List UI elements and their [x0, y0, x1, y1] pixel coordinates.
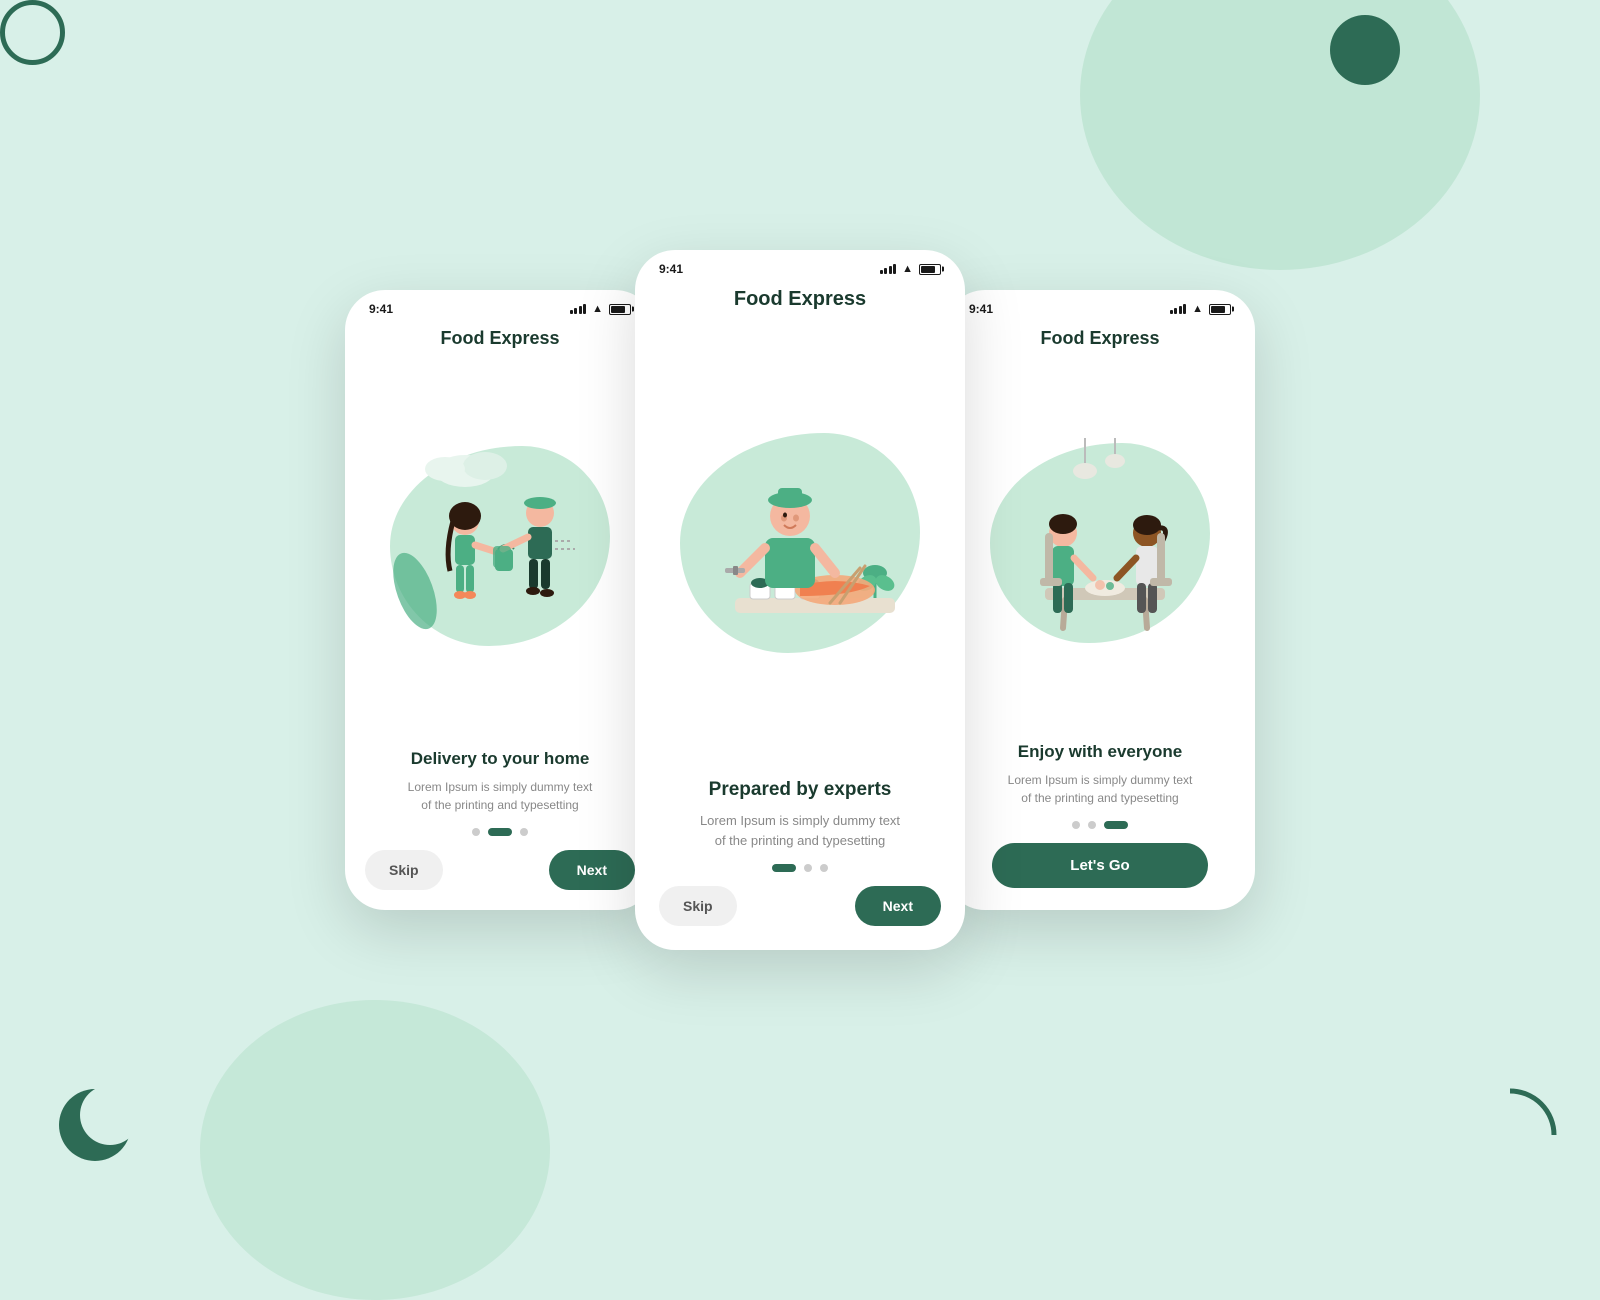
- buttons-area-right: Let's Go: [945, 837, 1255, 910]
- status-bar-left: 9:41 ▲: [345, 290, 655, 320]
- dots-area-right: [945, 813, 1255, 837]
- status-bar-center: 9:41 ▲: [635, 250, 965, 280]
- battery-icon-left: [609, 304, 631, 315]
- screen-desc-left: Lorem Ipsum is simply dummy textof the p…: [369, 778, 631, 814]
- signal-icon-center: [880, 264, 897, 274]
- dot-2-center: [804, 864, 812, 872]
- dot-3-center: [820, 864, 828, 872]
- screen-title-left: Delivery to your home: [369, 748, 631, 770]
- bg-crescent-bottom-left: [55, 1085, 135, 1170]
- illustration-area-center: [635, 317, 965, 768]
- wifi-icon-left: ▲: [592, 303, 603, 315]
- illustration-area-left: [345, 355, 655, 738]
- bg-circle-top-right: [1330, 15, 1400, 85]
- phone-left: 9:41 ▲ Food Express: [345, 290, 655, 910]
- skip-button-center[interactable]: Skip: [659, 886, 737, 926]
- screen-title-center: Prepared by experts: [659, 778, 941, 803]
- dot-active-right: [1104, 821, 1128, 829]
- letsgo-button[interactable]: Let's Go: [992, 843, 1208, 888]
- content-area-left: Delivery to your home Lorem Ipsum is sim…: [345, 738, 655, 820]
- dot-active-center: [772, 864, 796, 872]
- dots-area-center: [635, 856, 965, 880]
- dot-3-left: [520, 828, 528, 836]
- dot-1-right: [1072, 821, 1080, 829]
- status-icons-center: ▲: [880, 263, 941, 275]
- time-left: 9:41: [369, 302, 393, 316]
- dots-area-left: [345, 820, 655, 844]
- app-title-center: Food Express: [635, 280, 965, 317]
- dining-illustration: [985, 438, 1215, 648]
- buttons-area-center: Skip Next: [635, 880, 965, 950]
- wifi-icon-right: ▲: [1192, 303, 1203, 315]
- buttons-area-left: Skip Next: [345, 844, 655, 910]
- status-bar-right: 9:41 ▲: [945, 290, 1255, 320]
- dot-active-left: [488, 828, 512, 836]
- bg-blob-bottom-left: [200, 1000, 550, 1300]
- app-title-left: Food Express: [345, 320, 655, 355]
- next-button-left[interactable]: Next: [549, 850, 635, 890]
- content-area-center: Prepared by experts Lorem Ipsum is simpl…: [635, 768, 965, 856]
- status-icons-left: ▲: [570, 303, 631, 315]
- content-area-right: Enjoy with everyone Lorem Ipsum is simpl…: [945, 731, 1255, 813]
- signal-icon-left: [570, 304, 587, 314]
- battery-icon-center: [919, 264, 941, 275]
- phone-right: 9:41 ▲ Food Express: [945, 290, 1255, 910]
- time-center: 9:41: [659, 262, 683, 276]
- wifi-icon-center: ▲: [902, 263, 913, 275]
- screen-desc-center: Lorem Ipsum is simply dummy textof the p…: [659, 811, 941, 850]
- skip-button-left[interactable]: Skip: [365, 850, 443, 890]
- bg-circle-top-left: [0, 0, 65, 65]
- bg-arc-bottom-right: [1460, 1085, 1560, 1190]
- screen-title-right: Enjoy with everyone: [969, 741, 1231, 763]
- dot-1-left: [472, 828, 480, 836]
- signal-icon-right: [1170, 304, 1187, 314]
- phones-container: 9:41 ▲ Food Express: [345, 250, 1255, 950]
- battery-icon-right: [1209, 304, 1231, 315]
- status-icons-right: ▲: [1170, 303, 1231, 315]
- illustration-area-right: [945, 355, 1255, 731]
- app-title-right: Food Express: [945, 320, 1255, 355]
- chef-illustration: [675, 428, 925, 658]
- bg-blob-top-right: [1080, 0, 1480, 270]
- time-right: 9:41: [969, 302, 993, 316]
- phone-center: 9:41 ▲ Food Express: [635, 250, 965, 950]
- delivery-illustration: [385, 441, 615, 651]
- screen-desc-right: Lorem Ipsum is simply dummy textof the p…: [969, 771, 1231, 807]
- next-button-center[interactable]: Next: [855, 886, 941, 926]
- dot-2-right: [1088, 821, 1096, 829]
